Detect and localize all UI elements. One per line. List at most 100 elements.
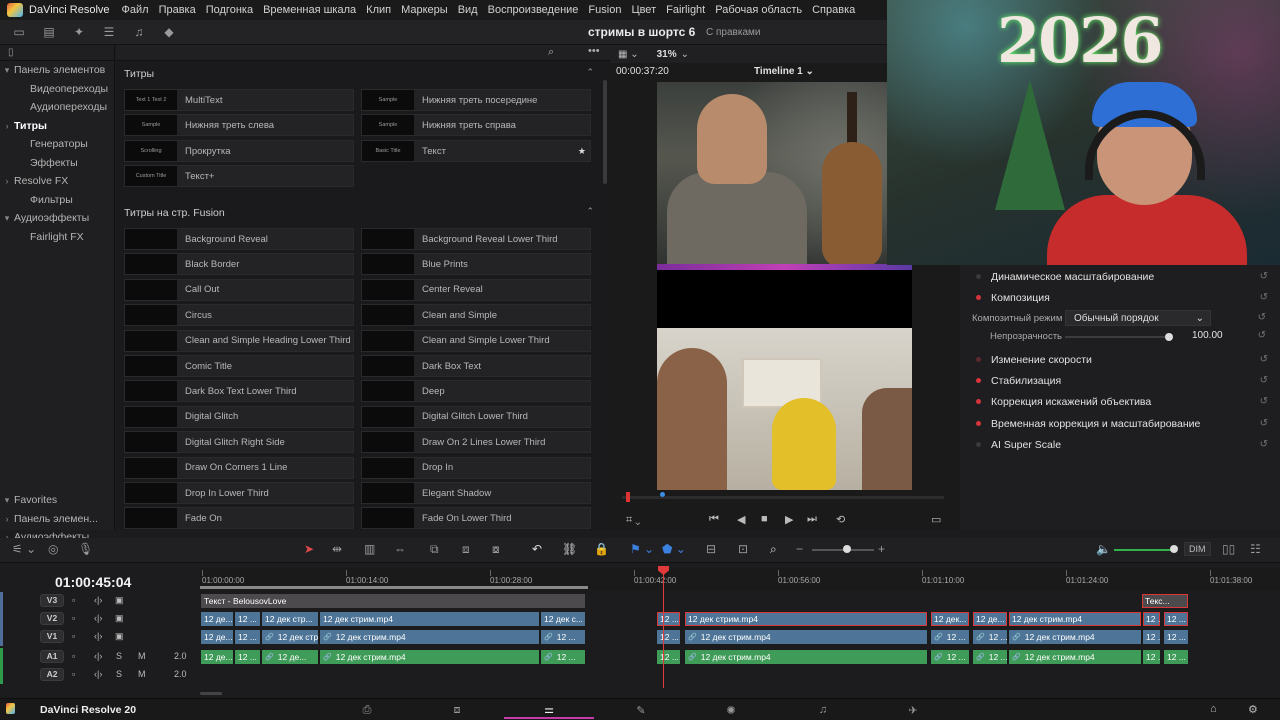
reset-icon[interactable]: ↺	[1260, 354, 1268, 365]
mixer-icon[interactable]: ◆	[158, 23, 180, 41]
lock-icon[interactable]: ▫	[72, 651, 75, 661]
track-enable-icon[interactable]: ▣	[115, 613, 124, 624]
sidebar-item[interactable]: Видеопереходы	[0, 80, 114, 99]
reset-icon[interactable]: ↺	[1260, 418, 1268, 429]
timeline-clip[interactable]: 12 де...	[972, 611, 1008, 627]
zoom-custom-icon[interactable]: ⌕	[770, 542, 777, 557]
skip-start-icon[interactable]: ⏮	[709, 513, 719, 526]
page-color-icon[interactable]: ✺	[686, 701, 776, 719]
title-tile[interactable]: Draw On Corners 1 Line	[124, 456, 354, 479]
timeline-clip[interactable]: 12 дек стр...	[261, 611, 319, 627]
fullscreen-icon[interactable]: ▭	[931, 513, 941, 526]
track-name[interactable]: V2	[40, 612, 64, 625]
timeline-clip[interactable]: 12 ...	[234, 629, 261, 645]
composite-mode-select[interactable]: Обычный порядок ⌄	[1065, 310, 1211, 326]
toggle-indicator-icon[interactable]	[976, 421, 981, 426]
selection-tool-icon[interactable]: ➤	[304, 542, 314, 556]
page-fusion-icon[interactable]: ✎	[596, 701, 686, 719]
reset-icon[interactable]: ↺	[1260, 375, 1268, 386]
track-enable-icon[interactable]: ▣	[115, 595, 124, 606]
solo-icon[interactable]: S	[116, 651, 122, 661]
insert-clip-icon[interactable]: ⧉	[430, 542, 439, 557]
toggle-indicator-icon[interactable]	[976, 442, 981, 447]
chevron-down-icon[interactable]: ⌄	[681, 49, 689, 60]
toggle-indicator-icon[interactable]	[976, 295, 981, 300]
timeline-clip[interactable]: 🔗 12 ...	[972, 629, 1008, 645]
reset-icon[interactable]: ↺	[1258, 330, 1266, 341]
track-name[interactable]: A2	[40, 668, 64, 681]
timeline-clip[interactable]: 🔗 12 дек стрим.mp4	[1008, 629, 1142, 645]
track-name[interactable]: A1	[40, 650, 64, 663]
timeline-clip[interactable]: 🔗 12 дек стрим.mp4	[319, 649, 540, 665]
title-tile[interactable]: Sample Нижняя треть справа	[361, 114, 591, 136]
timeline-clip[interactable]: 12 ...	[234, 649, 261, 665]
inspector-section[interactable]: AI Super Scale ↺	[960, 434, 1280, 455]
title-tile[interactable]: Dark Box Text	[361, 355, 591, 377]
timeline-clip[interactable]: 12 ...	[656, 611, 681, 627]
timeline-clip[interactable]: 12 ...	[656, 649, 681, 665]
lock-icon[interactable]: ▫	[72, 595, 75, 605]
overwrite-clip-icon[interactable]: ⧈	[462, 542, 470, 557]
menu-playback[interactable]: Воспроизведение	[488, 4, 579, 16]
dim-button[interactable]: DIM	[1184, 542, 1211, 556]
scrubber-marker[interactable]	[660, 492, 665, 497]
lock-icon[interactable]: ▫	[72, 613, 75, 623]
favorite-star-icon[interactable]: ★	[578, 146, 586, 157]
timeline-options-icon[interactable]: ☷	[1250, 542, 1261, 556]
sidebar-item[interactable]: Фильтры	[0, 191, 114, 210]
auto-select-icon[interactable]: ‹|›	[94, 651, 102, 661]
chevron-up-icon[interactable]: ⌃	[586, 206, 594, 217]
title-tile[interactable]: Drop In	[361, 456, 591, 479]
sound-library-icon[interactable]: ♫	[128, 23, 150, 41]
lock-icon[interactable]: ▫	[72, 631, 75, 641]
title-tile[interactable]: Custom Title Текст+	[124, 165, 354, 187]
favorites-item[interactable]: › Панель элемен...	[0, 510, 115, 529]
timeline-clip[interactable]: 🔗 12 дек стрим.mp4	[684, 629, 928, 645]
sync-bin-icon[interactable]: ▤	[38, 23, 60, 41]
dynamic-trim-icon[interactable]: ⇔	[394, 542, 406, 556]
zoom-fit-icon[interactable]: ⊟	[706, 542, 716, 556]
track-header-v2[interactable]: V2 ▫ ‹|› ▣	[0, 610, 198, 628]
title-tile[interactable]: Deep	[361, 380, 591, 403]
opacity-slider-handle[interactable]	[1165, 333, 1173, 341]
title-tile[interactable]: Comic Title	[124, 355, 354, 377]
linked-selection-icon[interactable]: ⛓	[562, 542, 577, 556]
menu-fusion[interactable]: Fusion	[588, 4, 621, 16]
menu-color[interactable]: Цвет	[631, 4, 656, 16]
menu-file[interactable]: Файл	[122, 4, 149, 16]
mixer-panel-icon[interactable]: ▯▯	[1222, 542, 1235, 556]
timeline-clip[interactable]: 🔗 12 ...	[930, 649, 970, 665]
page-media-icon[interactable]: ⎙	[322, 701, 412, 719]
timeline-clip[interactable]: 12 дек стрим.mp4	[1008, 611, 1142, 627]
page-fairlight-icon[interactable]: ♫	[778, 701, 868, 719]
toggle-indicator-icon[interactable]	[976, 378, 981, 383]
track-name[interactable]: V3	[40, 594, 64, 607]
menu-markers[interactable]: Маркеры	[401, 4, 448, 16]
title-tile[interactable]: Digital Glitch	[124, 405, 354, 428]
title-tile[interactable]: Digital Glitch Right Side	[124, 431, 354, 454]
blade-tool-icon[interactable]: ▥	[364, 542, 375, 556]
timeline-clip[interactable]: 12 дек стрим.mp4	[319, 611, 540, 627]
timeline-clip[interactable]: 🔗 12 ...	[972, 649, 1008, 665]
settings-gear-icon[interactable]: ⚙	[1248, 703, 1258, 716]
toggle-indicator-icon[interactable]	[976, 357, 981, 362]
page-deliver-icon[interactable]: ✈	[868, 701, 958, 719]
timeline-clip[interactable]: 12 де...	[200, 649, 234, 665]
timeline-clip[interactable]: 12 ...	[1142, 611, 1161, 627]
sidebar-item[interactable]: ▾ Аудиоэффекты	[0, 209, 114, 228]
zoom-in-icon[interactable]: +	[878, 542, 885, 556]
sidebar-item[interactable]: ▾ Панель элементов	[0, 61, 114, 80]
track-header-v1[interactable]: V1 ▫ ‹|› ▣	[0, 628, 198, 646]
title-tile[interactable]: Clean and Simple Lower Third	[361, 329, 591, 352]
sidebar-item[interactable]: Fairlight FX	[0, 228, 114, 247]
title-tile[interactable]: Text 1 Text 2 MultiText	[124, 89, 354, 111]
snapping-icon[interactable]: ↶	[532, 542, 542, 556]
timeline-clip[interactable]: 12 ...	[1163, 629, 1189, 645]
mute-icon[interactable]: M	[138, 669, 146, 679]
media-pool-icon[interactable]: ▭	[8, 23, 30, 41]
title-tile[interactable]: Dark Box Text Lower Third	[124, 380, 354, 403]
reset-icon[interactable]: ↺	[1260, 396, 1268, 407]
track-header-a2[interactable]: A2 ▫ ‹|› S M 2.0	[0, 666, 198, 684]
trim-tool-icon[interactable]: ⇹	[332, 542, 342, 556]
title-tile[interactable]: Digital Glitch Lower Third	[361, 405, 591, 428]
